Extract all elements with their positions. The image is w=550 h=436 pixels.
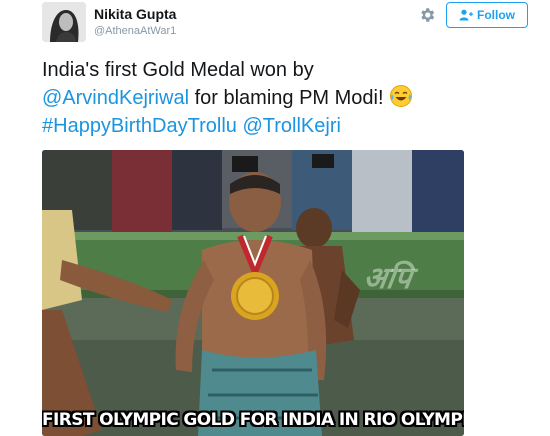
- mention-link-2[interactable]: @TrollKejri: [242, 115, 340, 137]
- hashtag-link[interactable]: #HappyBirthDayTrollu: [42, 115, 237, 137]
- tweet-line-3: #HappyBirthDayTrollu @TrollKejri: [42, 112, 532, 140]
- avatar-image: [42, 2, 86, 42]
- author-handle[interactable]: @AthenaAtWar1: [94, 25, 176, 37]
- tweet-photo[interactable]: अपि FIRST OLYMPIC GOLD FOR INDIA IN RIO …: [42, 150, 464, 436]
- follow-button[interactable]: Follow: [446, 2, 528, 28]
- photo-caption: FIRST OLYMPIC GOLD FOR INDIA IN RIO OLYM…: [42, 410, 464, 430]
- tweet-card: Nikita Gupta @AthenaAtWar1 Follow India'…: [0, 0, 550, 436]
- avatar[interactable]: [42, 2, 86, 42]
- tweet-line-1: India's first Gold Medal won by: [42, 59, 314, 81]
- mention-link[interactable]: @ArvindKejriwal: [42, 87, 189, 109]
- settings-button[interactable]: [416, 4, 438, 26]
- gear-icon: [421, 8, 435, 22]
- laughing-emoji-icon: [389, 84, 413, 108]
- author-name[interactable]: Nikita Gupta: [94, 6, 176, 22]
- follow-label: Follow: [477, 8, 515, 22]
- tweet-text: India's first Gold Medal won by @ArvindK…: [42, 56, 532, 140]
- tweet-line-2: @ArvindKejriwal for blaming PM Modi!: [42, 84, 532, 112]
- boat-lettering: अपि: [361, 261, 414, 296]
- add-user-icon: [459, 9, 473, 21]
- tweet-text-segment: for blaming PM Modi!: [194, 87, 384, 109]
